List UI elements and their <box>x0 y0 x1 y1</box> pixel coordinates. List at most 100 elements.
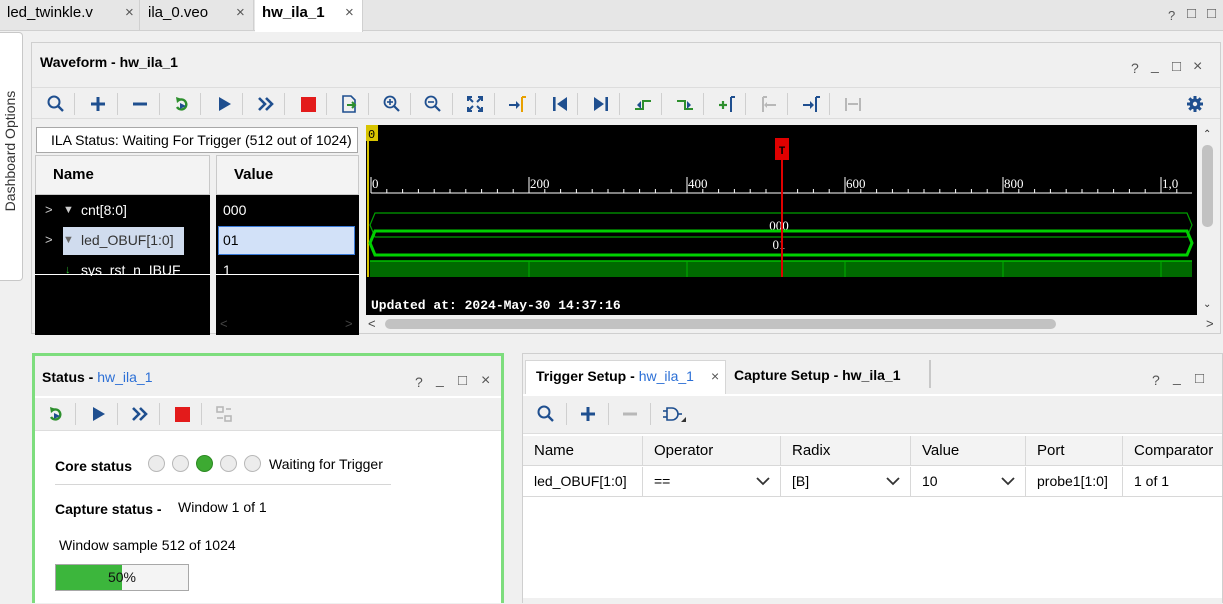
scroll-left-icon[interactable]: < <box>220 316 228 331</box>
go-to-start-icon[interactable] <box>550 94 570 114</box>
editor-tab-hw-ila-1[interactable]: hw_ila_1 × <box>255 0 363 32</box>
column-header-comparator[interactable]: Comparator <box>1123 436 1222 466</box>
add-icon[interactable] <box>88 94 108 114</box>
close-icon[interactable]: × <box>125 0 134 26</box>
signal-name-column: Name > ▼ cnt[8:0] > ▼ led_OBUF[1:0] ↓ sy… <box>35 155 210 335</box>
close-icon[interactable]: × <box>1193 58 1202 76</box>
radix-select[interactable]: [B] <box>781 467 911 496</box>
signal-row-led-obuf[interactable]: > ▼ led_OBUF[1:0] <box>35 225 210 255</box>
next-transition-icon[interactable] <box>675 94 695 114</box>
run-trigger-immediate-icon[interactable] <box>172 94 192 114</box>
close-icon[interactable]: × <box>236 0 245 26</box>
search-icon[interactable] <box>536 404 556 424</box>
value-column-header[interactable]: Value <box>216 155 359 195</box>
chevron-down-icon[interactable] <box>756 467 770 495</box>
zoom-fit-icon[interactable] <box>465 94 485 114</box>
go-to-cursor-icon[interactable] <box>507 94 527 114</box>
waveform-panel: Waveform - hw_ila_1 ? _ □ × ILA Status: … <box>31 42 1221 335</box>
ruler-tick-label: 600 <box>846 176 866 191</box>
zoom-in-icon[interactable] <box>382 94 402 114</box>
operator-select[interactable]: == <box>643 467 781 496</box>
close-icon[interactable]: × <box>345 0 354 26</box>
go-to-end-icon[interactable] <box>591 94 611 114</box>
maximize-icon[interactable]: □ <box>1207 5 1216 22</box>
auto-rerun-icon[interactable] <box>256 94 276 114</box>
minimize-icon[interactable]: _ <box>1173 369 1181 385</box>
add-probe-icon[interactable] <box>578 404 598 424</box>
scroll-down-icon[interactable]: ⌄ <box>1203 299 1211 310</box>
operator-value: == <box>654 473 671 489</box>
restore-icon[interactable]: □ <box>458 372 467 389</box>
expand-arrow-icon[interactable]: > <box>45 225 53 255</box>
capture-settings-icon[interactable] <box>214 404 234 424</box>
close-icon[interactable]: × <box>711 361 719 391</box>
scrollbar-thumb[interactable] <box>1202 145 1213 227</box>
column-header-port[interactable]: Port <box>1026 436 1123 466</box>
swap-markers-icon[interactable] <box>843 94 863 114</box>
ruler-tick-label: 1,0 <box>1162 176 1178 191</box>
trigger-condition-icon[interactable] <box>662 404 688 424</box>
restore-icon[interactable]: □ <box>1187 5 1196 22</box>
next-marker-icon[interactable] <box>801 94 821 114</box>
zoom-out-icon[interactable] <box>423 94 443 114</box>
remove-probe-icon[interactable] <box>620 404 640 424</box>
column-header-value[interactable]: Value <box>911 436 1026 466</box>
capture-status-value: Window 1 of 1 <box>178 499 267 515</box>
chevron-down-icon[interactable] <box>1001 467 1015 495</box>
title-link[interactable]: hw_ila_1 <box>97 369 152 385</box>
add-marker-icon[interactable] <box>717 94 737 114</box>
value-horizontal-scrollbar[interactable]: < > <box>216 315 359 333</box>
editor-tab-ila-0-veo[interactable]: ila_0.veo × <box>141 0 254 31</box>
stop-icon[interactable] <box>298 94 318 114</box>
tab-capture-setup[interactable]: Capture Setup - hw_ila_1 <box>734 360 900 394</box>
chevron-down-icon[interactable] <box>886 467 900 495</box>
remove-icon[interactable] <box>130 94 150 114</box>
horizontal-scrollbar[interactable] <box>523 598 1222 604</box>
help-icon[interactable]: ? <box>1152 372 1160 388</box>
panel-title: Waveform - hw_ila_1 <box>40 54 178 70</box>
previous-marker-icon[interactable] <box>759 94 779 114</box>
previous-transition-icon[interactable] <box>633 94 653 114</box>
run-trigger-icon[interactable] <box>214 94 234 114</box>
bus-icon: ▼ <box>63 204 74 216</box>
signal-value: 01 <box>223 232 239 248</box>
close-icon[interactable]: × <box>481 372 490 390</box>
settings-icon[interactable] <box>1185 94 1205 114</box>
value-row: 000 <box>216 195 359 225</box>
stop-icon[interactable] <box>172 404 192 424</box>
column-header-radix[interactable]: Radix <box>781 436 911 466</box>
column-header-name[interactable]: Name <box>523 436 643 466</box>
restore-icon[interactable]: □ <box>1172 58 1181 75</box>
signal-value: 1 <box>223 262 231 276</box>
auto-rerun-icon[interactable] <box>130 404 150 424</box>
help-icon[interactable]: ? <box>1131 60 1139 76</box>
name-column-header[interactable]: Name <box>35 155 210 195</box>
waveform-canvas[interactable]: 0 0 200 400 600 800 1,0 000 01 T Updated at: … <box>366 125 1197 315</box>
waveform-horizontal-scrollbar[interactable]: < > <box>366 315 1219 333</box>
vertical-scrollbar[interactable]: ⌃ ⌄ <box>1197 125 1219 315</box>
minimize-icon[interactable]: _ <box>436 371 444 387</box>
minimize-icon[interactable]: _ <box>1151 57 1159 73</box>
scrollbar-thumb[interactable] <box>385 319 1056 329</box>
dashboard-options-tab[interactable]: Dashboard Options <box>0 32 23 281</box>
expand-arrow-icon[interactable]: > <box>45 195 53 225</box>
tab-link: hw_ila_1 <box>638 368 694 384</box>
scroll-left-icon[interactable]: < <box>368 316 376 331</box>
scroll-right-icon[interactable]: > <box>345 316 353 331</box>
search-icon[interactable] <box>46 94 66 114</box>
tab-trigger-setup[interactable]: Trigger Setup - hw_ila_1 × <box>525 360 726 394</box>
export-icon[interactable] <box>339 94 359 114</box>
run-trigger-immediate-icon[interactable] <box>46 404 66 424</box>
value-select[interactable]: 10 <box>911 467 1026 496</box>
scroll-right-icon[interactable]: > <box>1206 316 1214 331</box>
run-trigger-icon[interactable] <box>88 404 108 424</box>
editor-tab-led-twinkle[interactable]: led_twinkle.v × <box>0 0 140 31</box>
help-icon[interactable]: ? <box>1168 8 1175 23</box>
scroll-up-icon[interactable]: ⌃ <box>1203 129 1211 140</box>
progress-label: 50% <box>107 569 137 585</box>
signal-row-sys-rst[interactable]: ↓ sys_rst_n_IBUF <box>35 256 210 276</box>
help-icon[interactable]: ? <box>415 374 423 390</box>
column-header-operator[interactable]: Operator <box>643 436 781 466</box>
restore-icon[interactable]: □ <box>1195 370 1204 387</box>
signal-row-cnt[interactable]: > ▼ cnt[8:0] <box>35 195 210 225</box>
